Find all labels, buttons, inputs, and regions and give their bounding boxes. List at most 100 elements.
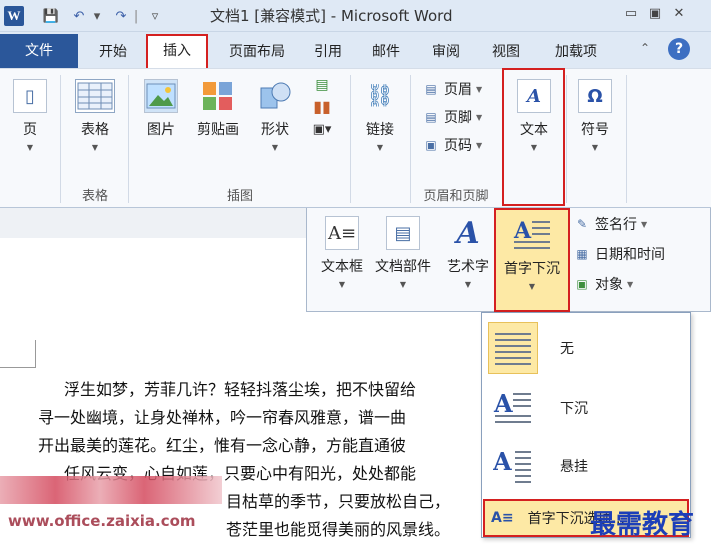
group-label-illustrations: 插图 — [226, 189, 253, 204]
tab-page-layout[interactable]: 页面布局 — [218, 39, 296, 65]
header-icon: ▤ — [425, 82, 437, 96]
menu-item-none[interactable]: 无 — [486, 319, 686, 377]
chevron-down-icon: ▼ — [271, 143, 279, 152]
smartart-chart-buttons[interactable]: ▤ ▮▮ ▣▾ — [304, 75, 340, 141]
tab-insert[interactable]: 插入 — [146, 34, 208, 68]
margin-dropcap-icon: A — [488, 440, 538, 492]
chevron-down-icon: ▼ — [476, 140, 483, 150]
chevron-down-icon: ▼ — [627, 279, 634, 289]
chevron-down-icon: ▼ — [338, 280, 346, 289]
document-line[interactable]: 开出最美的莲花。红尘，惟有一念心静，方能直通彼 — [38, 432, 406, 456]
minimize-button[interactable]: ▭ — [622, 6, 640, 24]
signature-line-button[interactable]: ✎ 签名行 ▼ — [573, 214, 647, 234]
link-icon: ⛓ — [366, 83, 394, 109]
header-label: 页眉 — [444, 82, 472, 98]
title-bar: W 💾 ↶ ▾ ↷ | ▿ 文档1 [兼容模式] - Microsoft Wor… — [0, 0, 711, 32]
signature-icon: ✎ — [576, 217, 588, 231]
dropcap-options-icon: A≡ — [491, 510, 514, 526]
close-button[interactable]: ✕ — [670, 6, 688, 24]
omega-icon: Ω — [578, 79, 612, 113]
wordart-icon: A — [456, 215, 480, 251]
svg-text:A: A — [493, 447, 512, 476]
chevron-down-icon: ▼ — [591, 143, 599, 152]
quickparts-label: 文档部件 — [375, 259, 431, 275]
word-logo-icon: W — [4, 6, 24, 26]
wordart-label: 艺术字 — [447, 259, 489, 275]
footer-icon: ▤ — [425, 110, 437, 124]
shapes-button[interactable]: 形状 ▼ — [252, 79, 298, 152]
chevron-down-icon: ▼ — [528, 282, 536, 291]
svg-text:A: A — [493, 389, 513, 418]
picture-label: 图片 — [147, 122, 175, 138]
document-line[interactable]: 苍茫里也能觅得美丽的风景线。 — [226, 516, 450, 540]
restore-button[interactable]: ▣ — [646, 6, 664, 24]
pages-button[interactable]: ▯ 页 ▼ — [8, 79, 52, 152]
clipart-label: 剪贴画 — [197, 122, 239, 138]
tab-addins[interactable]: 加载项 — [544, 39, 608, 65]
object-button[interactable]: ▣ 对象 ▼ — [573, 274, 633, 294]
window-title: 文档1 [兼容模式] - Microsoft Word — [210, 7, 453, 25]
dropcap-label: 首字下沉 — [504, 261, 560, 277]
tab-review[interactable]: 审阅 — [424, 39, 468, 65]
symbols-label: 符号 — [581, 122, 609, 138]
site-watermark: www.office.zaixia.com — [8, 512, 196, 530]
tab-mailings[interactable]: 邮件 — [364, 39, 408, 65]
table-button[interactable]: 表格 ▼ — [70, 79, 120, 152]
save-icon[interactable]: 💾 — [42, 6, 60, 26]
dropcap-button[interactable]: A 首字下沉 ▼ — [494, 208, 570, 312]
shapes-icon — [258, 79, 292, 113]
smartart-icon: ▤ — [315, 77, 329, 93]
collapse-ribbon-icon[interactable]: ⌃ — [640, 41, 650, 55]
footer-label: 页脚 — [444, 110, 472, 126]
group-label-header-footer: 页眉和页脚 — [423, 189, 489, 204]
textbox-button[interactable]: A≡ 文本框 ▼ — [315, 216, 369, 289]
menu-item-label: 无 — [560, 341, 574, 357]
tab-view[interactable]: 视图 — [484, 39, 528, 65]
clipart-icon — [201, 79, 235, 113]
tab-references[interactable]: 引用 — [306, 39, 350, 65]
signature-label: 签名行 — [595, 217, 637, 233]
tab-file[interactable]: 文件 — [0, 34, 78, 68]
symbols-button[interactable]: Ω 符号 ▼ — [572, 79, 618, 152]
picture-button[interactable]: 图片 — [138, 79, 184, 139]
chevron-down-icon: ▼ — [641, 219, 648, 229]
dropcap-icon: A — [512, 216, 552, 252]
undo-icon[interactable]: ↶ — [70, 6, 88, 26]
links-button[interactable]: ⛓ 链接 ▼ — [358, 79, 402, 153]
clipart-button[interactable]: 剪贴画 — [192, 79, 244, 139]
customize-toolbar-icon[interactable]: ▿ — [148, 6, 162, 26]
picture-icon — [144, 79, 178, 113]
chevron-down-icon: ▼ — [476, 112, 483, 122]
page-number-button[interactable]: ▣ 页码 ▼ — [422, 135, 482, 155]
chevron-down-icon: ▼ — [476, 84, 483, 94]
text-button-highlight — [502, 68, 565, 206]
datetime-button[interactable]: ▦ 日期和时间 — [573, 244, 665, 264]
screenshot-icon: ▣▾ — [312, 122, 332, 137]
links-label: 链接 — [366, 122, 394, 138]
tab-home[interactable]: 开始 — [86, 39, 140, 65]
menu-item-dropped[interactable]: A 下沉 — [486, 379, 686, 437]
chevron-down-icon: ▼ — [464, 280, 472, 289]
no-dropcap-icon — [488, 322, 538, 374]
header-button[interactable]: ▤ 页眉 ▼ — [422, 79, 482, 99]
shapes-label: 形状 — [261, 122, 289, 138]
undo-dropdown-icon[interactable]: ▾ — [92, 6, 102, 26]
quickparts-button[interactable]: ▤ 文档部件 ▼ — [371, 216, 435, 289]
document-line[interactable]: 浮生如梦，芳菲几许？轻轻抖落尘埃，把不快留给 — [64, 376, 416, 400]
chevron-down-icon: ▼ — [26, 143, 34, 152]
document-line[interactable]: 寻一处幽境，让身处禅林，吟一帘春风雅意，谱一曲 — [38, 404, 406, 428]
object-label: 对象 — [595, 277, 623, 293]
textbox-label: 文本框 — [321, 259, 363, 275]
pages-label: 页 — [23, 122, 37, 138]
redo-icon[interactable]: ↷ — [112, 6, 130, 26]
help-icon[interactable]: ? — [668, 38, 690, 60]
chart-icon: ▮▮ — [313, 97, 331, 116]
menu-item-label: 悬挂 — [560, 459, 588, 475]
menu-item-margin[interactable]: A 悬挂 — [486, 437, 686, 495]
footer-button[interactable]: ▤ 页脚 ▼ — [422, 107, 482, 127]
chevron-down-icon: ▼ — [376, 143, 384, 152]
wordart-button[interactable]: A 艺术字 ▼ — [441, 215, 495, 290]
document-line[interactable]: 目枯草的季节，只要放松自己， — [226, 488, 450, 512]
ribbon: ▯ 页 ▼ 表格 ▼ 表格 图片 剪贴画 形状 ▼ ▤ ▮▮ ▣▾ 插图 ⛓ 链… — [0, 68, 711, 208]
ribbon-tabs: 文件 开始 插入 页面布局 引用 邮件 审阅 视图 加载项 — [0, 32, 711, 68]
